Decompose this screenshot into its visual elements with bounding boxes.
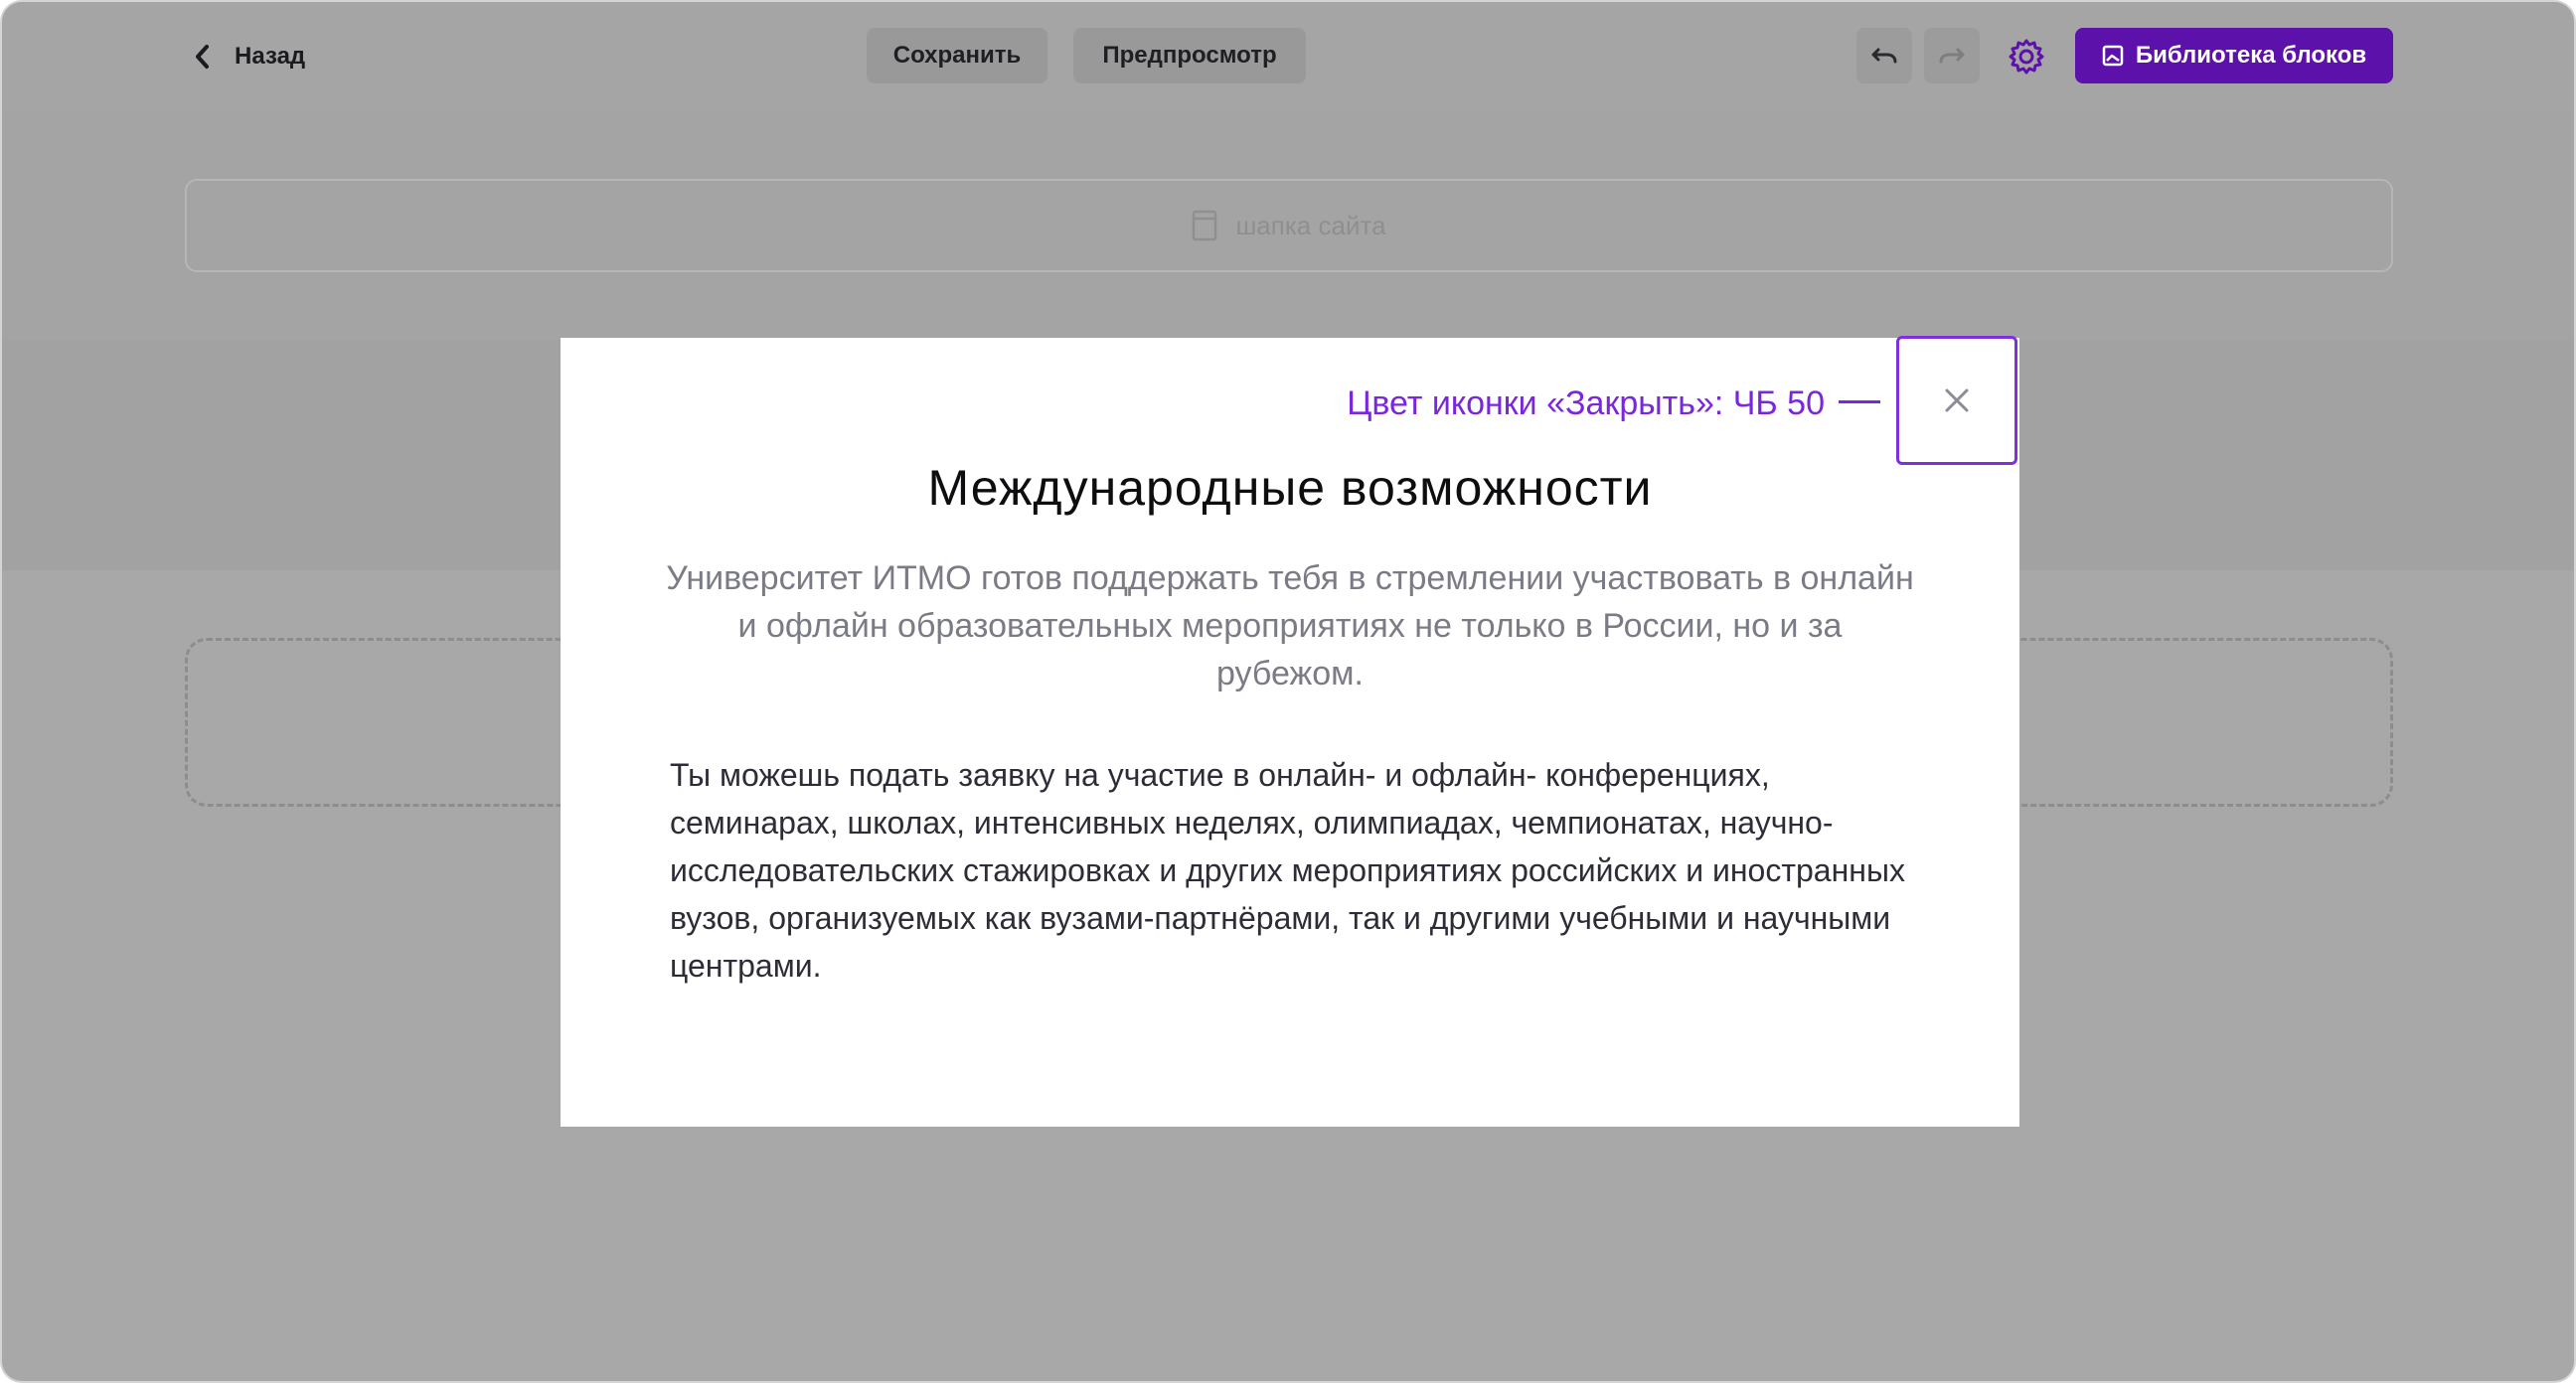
- annotation-pointer-line: [1839, 400, 1880, 403]
- block-library-button[interactable]: Библиотека блоков: [2075, 28, 2393, 83]
- modal-close-button[interactable]: [1896, 336, 2017, 465]
- back-label: Назад: [235, 43, 306, 70]
- site-header-label: шапка сайта: [1235, 210, 1386, 240]
- gear-icon: [2009, 39, 2044, 75]
- site-header-block[interactable]: шапка сайта: [185, 179, 2393, 272]
- modal-lead-text: Университет ИТМО готов поддержать тебя в…: [666, 559, 1914, 692]
- top-toolbar: Назад Сохранить Предпросмотр Библиотека …: [2, 2, 2574, 111]
- redo-button[interactable]: [1924, 28, 1980, 83]
- settings-button[interactable]: [2002, 32, 2051, 81]
- undo-button[interactable]: [1856, 28, 1912, 83]
- modal-body-text: Ты можешь подать заявку на участие в онл…: [670, 757, 1905, 984]
- close-icon: [1945, 388, 1969, 412]
- chevron-left-icon: [196, 45, 209, 69]
- close-icon-annotation: Цвет иконки «Закрыть»: ЧБ 50: [1347, 384, 1825, 422]
- modal-title: Международные возможности: [927, 460, 1653, 516]
- editor-window: Назад Сохранить Предпросмотр Библиотека …: [0, 0, 2576, 1383]
- block-library-label: Библиотека блоков: [2135, 42, 2367, 69]
- save-button[interactable]: Сохранить: [867, 28, 1047, 83]
- preview-button[interactable]: Предпросмотр: [1073, 28, 1306, 83]
- image-icon: [2102, 45, 2124, 67]
- back-button[interactable]: Назад: [193, 32, 305, 81]
- page-icon: [1193, 210, 1217, 241]
- undo-icon: [1871, 48, 1897, 64]
- redo-icon: [1939, 48, 1965, 64]
